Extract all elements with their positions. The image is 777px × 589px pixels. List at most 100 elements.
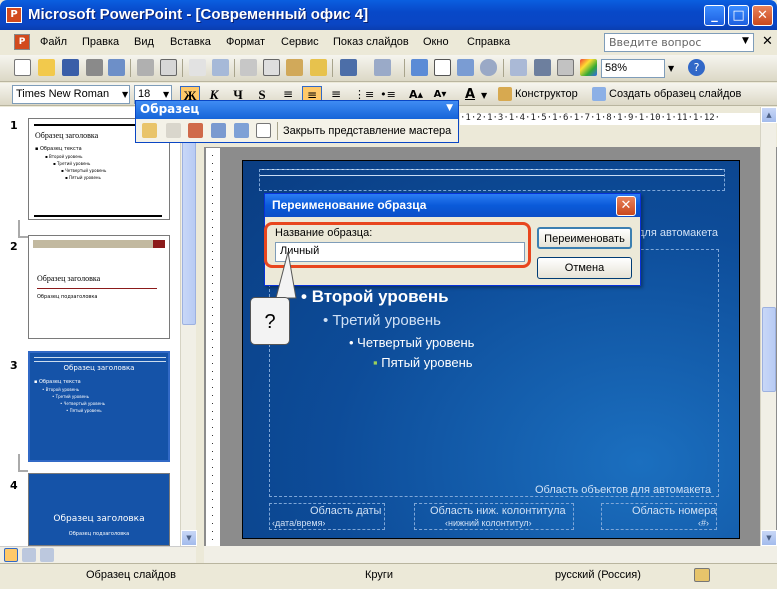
normal-view-icon[interactable]	[4, 548, 18, 562]
date-placeholder[interactable]: Область даты ‹дата/время›	[269, 503, 385, 530]
save-icon[interactable]	[62, 59, 79, 76]
powerpoint-icon[interactable]: P	[6, 7, 22, 23]
chevron-down-icon[interactable]: ▼	[163, 90, 169, 99]
scroll-thumb[interactable]	[182, 125, 196, 325]
menu-window[interactable]: Окно	[423, 36, 449, 48]
level-5-text[interactable]: ▪ Пятый уровень	[373, 355, 473, 370]
horizontal-scrollbar[interactable]	[204, 546, 777, 563]
vertical-ruler	[206, 148, 220, 546]
spelling-icon[interactable]	[189, 59, 206, 76]
new-master-icon[interactable]	[592, 87, 606, 101]
chevron-down-icon[interactable]: ▼	[742, 36, 749, 46]
help-search-input[interactable]: Введите вопрос	[604, 33, 754, 52]
print-icon[interactable]	[137, 59, 154, 76]
insert-slide-master-icon[interactable]	[142, 123, 157, 138]
thumbnails-scrollbar[interactable]: ▲ ▼	[180, 107, 197, 546]
thumb-body: Образец текста	[39, 146, 82, 152]
open-icon[interactable]	[38, 59, 55, 76]
font-color-icon[interactable]: A	[460, 86, 480, 104]
thumb-number: 2	[10, 240, 18, 253]
insert-title-master-icon[interactable]	[166, 123, 181, 138]
thumb-body: Образец подзаголовка	[37, 294, 98, 300]
expand-icon[interactable]	[510, 59, 527, 76]
preserve-master-icon[interactable]	[211, 123, 226, 138]
status-design: Круги	[365, 569, 394, 581]
document-icon[interactable]: P	[14, 34, 30, 50]
scroll-thumb[interactable]	[762, 307, 776, 392]
chevron-down-icon[interactable]: ▼	[122, 90, 128, 99]
thumbnail-2[interactable]: Образец заголовка Образец подзаголовка	[28, 235, 170, 339]
research-icon[interactable]	[212, 59, 229, 76]
undo-icon[interactable]	[340, 59, 357, 76]
level-2-text[interactable]: • Второй уровень	[301, 287, 449, 307]
scroll-up-icon[interactable]: ▲	[761, 107, 777, 123]
chevron-down-icon[interactable]: ▼	[481, 91, 487, 100]
help-icon[interactable]: ?	[688, 59, 705, 76]
workspace-scrollbar[interactable]: ▲ ▼	[760, 107, 777, 546]
master-toolbar-title[interactable]: Образец ▼	[136, 101, 458, 119]
menu-format[interactable]: Формат	[226, 36, 265, 48]
font-combo[interactable]: Times New Roman	[12, 85, 130, 104]
menu-help[interactable]: Справка	[467, 36, 510, 48]
minimize-button[interactable]: _	[704, 5, 725, 26]
tables-borders-icon[interactable]	[457, 59, 474, 76]
constructor-button[interactable]: Конструктор	[515, 88, 578, 100]
thumb-title: Образец заголовка	[53, 514, 145, 524]
menu-slideshow[interactable]: Показ слайдов	[333, 36, 409, 48]
format-painter-icon[interactable]	[310, 59, 327, 76]
view-buttons	[0, 546, 196, 563]
close-master-view-button[interactable]: Закрыть представление мастера	[283, 125, 451, 137]
hyperlink-icon[interactable]	[480, 59, 497, 76]
sorter-view-icon[interactable]	[22, 548, 36, 562]
thumb-number: 4	[10, 479, 18, 492]
slide-thumbnails-panel: 1 Образец заголовка ▪ Образец текста ▪ В…	[0, 107, 197, 546]
level-4-text[interactable]: • Четвертый уровень	[349, 335, 474, 350]
menu-insert[interactable]: Вставка	[170, 36, 211, 48]
window-title: Microsoft PowerPoint - [Современный офис…	[28, 6, 369, 23]
title-placeholder[interactable]	[259, 169, 725, 191]
copy-icon[interactable]	[263, 59, 280, 76]
footer-placeholder[interactable]: Область ниж. колонтитула ‹нижний колонти…	[414, 503, 574, 530]
spelling-status-icon[interactable]	[694, 568, 710, 582]
redo-icon[interactable]	[374, 59, 391, 76]
document-close-button[interactable]: ✕	[762, 34, 773, 49]
create-master-button[interactable]: Создать образец слайдов	[609, 88, 741, 100]
thumb-title: Образец заголовка	[63, 364, 135, 372]
rename-button[interactable]: Переименовать	[537, 227, 632, 249]
color-grayscale-icon[interactable]	[580, 59, 597, 76]
level-3-text[interactable]: • Третий уровень	[323, 312, 441, 329]
email-icon[interactable]	[108, 59, 125, 76]
dialog-close-button[interactable]: ✕	[616, 196, 636, 216]
menu-file[interactable]: Файл	[40, 36, 67, 48]
menu-tools[interactable]: Сервис	[281, 36, 319, 48]
preview-icon[interactable]	[160, 59, 177, 76]
show-formatting-icon[interactable]	[534, 59, 551, 76]
permission-icon[interactable]	[86, 59, 103, 76]
rename-master-icon[interactable]	[234, 123, 249, 138]
zoom-combo[interactable]: 58%	[601, 59, 665, 78]
number-placeholder[interactable]: Область номера ‹#›	[601, 503, 717, 530]
table-icon[interactable]	[434, 59, 451, 76]
status-bar: Образец слайдов Круги русский (Россия)	[0, 563, 777, 589]
maximize-button[interactable]: □	[728, 5, 749, 26]
delete-master-icon[interactable]	[188, 123, 203, 138]
chart-icon[interactable]	[411, 59, 428, 76]
slideshow-view-icon[interactable]	[40, 548, 54, 562]
thumbnail-3-selected[interactable]: Образец заголовка ▪ Образец текста • Вто…	[28, 351, 170, 462]
design-icon[interactable]	[498, 87, 512, 101]
scroll-down-icon[interactable]: ▼	[181, 530, 197, 546]
grid-icon[interactable]	[557, 59, 574, 76]
objects-area-label-top: для автомакета	[638, 227, 719, 239]
close-button[interactable]: ✕	[752, 5, 773, 26]
chevron-down-icon[interactable]: ▼	[446, 103, 453, 113]
new-icon[interactable]	[14, 59, 31, 76]
master-layout-icon[interactable]	[256, 123, 271, 138]
menu-edit[interactable]: Правка	[82, 36, 119, 48]
menu-view[interactable]: Вид	[134, 36, 154, 48]
thumbnail-4[interactable]: Образец заголовка Образец подзаголовка	[28, 473, 170, 546]
cancel-button[interactable]: Отмена	[537, 257, 632, 279]
cut-icon[interactable]	[240, 59, 257, 76]
scroll-down-icon[interactable]: ▼	[761, 530, 777, 546]
chevron-down-icon[interactable]: ▼	[668, 64, 674, 73]
paste-icon[interactable]	[286, 59, 303, 76]
